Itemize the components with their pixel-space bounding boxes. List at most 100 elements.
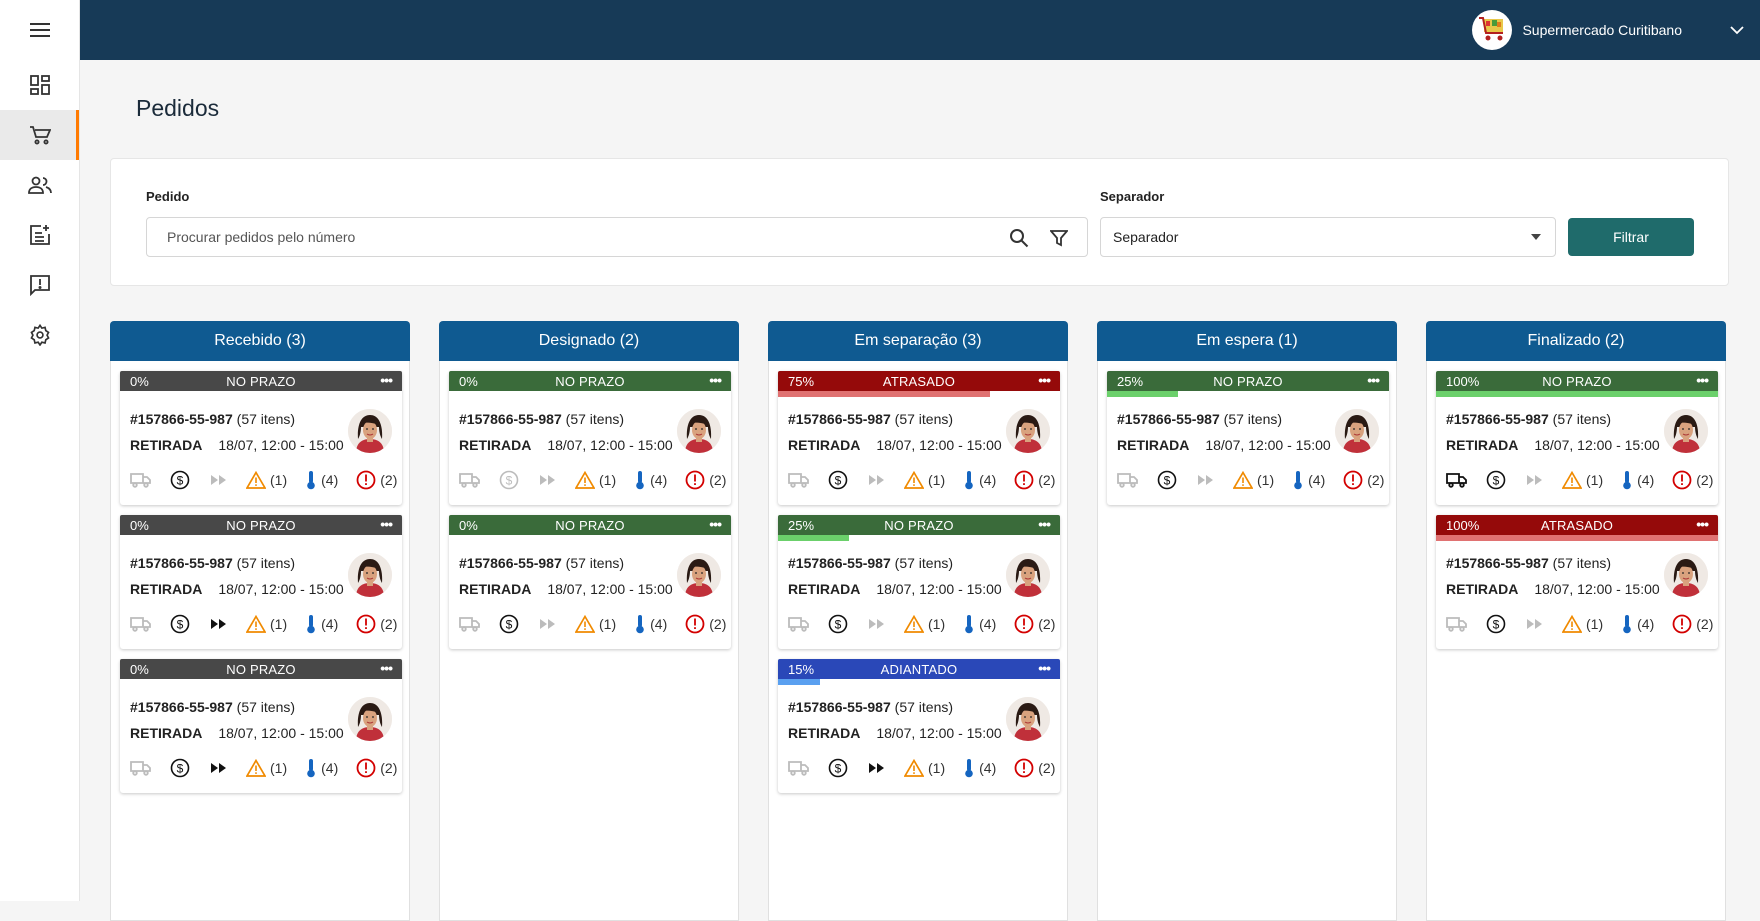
order-card[interactable]: 0% NO PRAZO ••• #157866-55-987 (57 itens) RE… bbox=[449, 371, 731, 505]
order-items-count: (57 itens) bbox=[890, 555, 954, 571]
svg-text:$: $ bbox=[506, 474, 513, 488]
store-selector[interactable]: Supermercado Curitibano bbox=[1472, 9, 1744, 51]
order-card[interactable]: 25% NO PRAZO ••• #157866-55-987 (57 itens) R… bbox=[778, 515, 1060, 649]
store-logo bbox=[1472, 10, 1513, 50]
filter-button[interactable]: Filtrar bbox=[1568, 218, 1694, 256]
avatar bbox=[1664, 553, 1708, 597]
temperature-count: (4) bbox=[979, 616, 997, 632]
temperature-count: (4) bbox=[979, 472, 997, 488]
kanban-column: Designado (2) 0% NO PRAZO ••• #157866-55-987… bbox=[439, 321, 739, 921]
progress-bar bbox=[778, 679, 1060, 685]
money-icon: $ bbox=[1486, 470, 1506, 490]
order-number: #157866-55-987 (57 itens) bbox=[788, 555, 953, 571]
more-options-icon[interactable]: ••• bbox=[709, 372, 722, 388]
delivery-info: RETIRADA 18/07, 12:00 - 15:00 bbox=[788, 437, 1002, 453]
order-id: #157866-55-987 bbox=[1446, 555, 1549, 571]
gear-icon bbox=[29, 324, 50, 346]
warning-icon bbox=[1562, 615, 1582, 633]
more-options-icon[interactable]: ••• bbox=[1696, 372, 1709, 388]
more-options-icon[interactable]: ••• bbox=[1038, 660, 1051, 676]
more-options-icon[interactable]: ••• bbox=[380, 660, 393, 676]
more-options-icon[interactable]: ••• bbox=[380, 516, 393, 532]
warning-icon bbox=[575, 471, 595, 489]
more-options-icon[interactable]: ••• bbox=[1696, 516, 1709, 532]
status-bar: 25% NO PRAZO ••• bbox=[1107, 371, 1389, 391]
delivery-type: RETIRADA bbox=[1117, 437, 1190, 453]
separator-select[interactable]: Separador bbox=[1100, 217, 1556, 257]
temperature-count: (4) bbox=[979, 760, 997, 776]
status-bar: 0% NO PRAZO ••• bbox=[120, 515, 402, 535]
progress-fill bbox=[778, 391, 990, 397]
order-items-count: (57 itens) bbox=[1548, 555, 1612, 571]
search-input[interactable] bbox=[167, 218, 967, 256]
order-card[interactable]: 100% NO PRAZO ••• #157866-55-987 (57 itens)… bbox=[1436, 371, 1718, 505]
temperature-count: (4) bbox=[1637, 616, 1655, 632]
delivery-type: RETIRADA bbox=[788, 437, 861, 453]
warning-icon bbox=[246, 759, 266, 777]
progress-percent: 100% bbox=[1446, 517, 1480, 533]
delivery-info: RETIRADA 18/07, 12:00 - 15:00 bbox=[459, 437, 673, 453]
warning-count: (1) bbox=[599, 616, 617, 632]
progress-percent: 25% bbox=[788, 517, 815, 533]
filter-panel: Pedido Separador Separador Filtrar bbox=[110, 158, 1729, 286]
menu-button[interactable] bbox=[0, 0, 79, 60]
more-options-icon[interactable]: ••• bbox=[1367, 372, 1380, 388]
order-number: #157866-55-987 (57 itens) bbox=[1446, 555, 1611, 571]
delivery-type: RETIRADA bbox=[788, 581, 861, 597]
money-icon: $ bbox=[499, 614, 519, 634]
order-card[interactable]: 0% NO PRAZO ••• #157866-55-987 (57 itens) RE… bbox=[120, 515, 402, 649]
more-options-icon[interactable]: ••• bbox=[1038, 372, 1051, 388]
order-items-count: (57 itens) bbox=[890, 411, 954, 427]
truck-icon bbox=[1446, 616, 1468, 632]
progress-percent: 25% bbox=[1117, 373, 1144, 389]
order-card[interactable]: 0% NO PRAZO ••• #157866-55-987 (57 itens) RE… bbox=[120, 659, 402, 793]
warning-icon bbox=[246, 615, 266, 633]
progress-bar bbox=[120, 391, 402, 397]
order-card[interactable]: 25% NO PRAZO ••• #157866-55-987 (57 itens) R… bbox=[1107, 371, 1389, 505]
warning-count: (1) bbox=[270, 472, 288, 488]
chevron-down-icon[interactable] bbox=[1730, 26, 1744, 35]
column-header: Designado (2) bbox=[439, 321, 739, 361]
avatar bbox=[677, 409, 721, 453]
money-icon: $ bbox=[1157, 470, 1177, 490]
money-icon: $ bbox=[1486, 614, 1506, 634]
more-options-icon[interactable]: ••• bbox=[1038, 516, 1051, 532]
avatar bbox=[348, 697, 392, 741]
truck-icon bbox=[1117, 472, 1139, 488]
warning-count: (1) bbox=[1257, 472, 1275, 488]
fast-forward-icon bbox=[868, 618, 886, 630]
progress-fill bbox=[1107, 391, 1178, 397]
more-options-icon[interactable]: ••• bbox=[380, 372, 393, 388]
sidebar-item-add-note[interactable] bbox=[0, 210, 79, 260]
alert-icon bbox=[1672, 470, 1692, 490]
order-card[interactable]: 0% NO PRAZO ••• #157866-55-987 (57 itens) RE… bbox=[120, 371, 402, 505]
svg-text:$: $ bbox=[506, 618, 513, 632]
add-note-icon bbox=[29, 225, 50, 245]
sidebar-item-feedback[interactable] bbox=[0, 260, 79, 310]
order-card[interactable]: 15% ADIANTADO ••• #157866-55-987 (57 itens)… bbox=[778, 659, 1060, 793]
warning-icon bbox=[575, 615, 595, 633]
order-card[interactable]: 100% ATRASADO ••• #157866-55-987 (57 itens)… bbox=[1436, 515, 1718, 649]
column-header: Em espera (1) bbox=[1097, 321, 1397, 361]
warning-count: (1) bbox=[1586, 472, 1604, 488]
order-number: #157866-55-987 (57 itens) bbox=[1117, 411, 1282, 427]
sidebar-item-dashboard[interactable] bbox=[0, 60, 79, 110]
filter-icon[interactable] bbox=[1050, 229, 1068, 247]
status-bar: 0% NO PRAZO ••• bbox=[120, 371, 402, 391]
order-card[interactable]: 0% NO PRAZO ••• #157866-55-987 (57 itens) RE… bbox=[449, 515, 731, 649]
alert-icon bbox=[1343, 470, 1363, 490]
money-icon: $ bbox=[170, 470, 190, 490]
dashboard-icon bbox=[29, 75, 50, 95]
search-icon[interactable] bbox=[1009, 228, 1029, 248]
more-options-icon[interactable]: ••• bbox=[709, 516, 722, 532]
card-icons: $ (1) (4) (2) bbox=[788, 758, 1055, 778]
sidebar-item-settings[interactable] bbox=[0, 310, 79, 360]
order-id: #157866-55-987 bbox=[459, 555, 562, 571]
delivery-type: RETIRADA bbox=[459, 581, 532, 597]
status-bar: 100% ATRASADO ••• bbox=[1436, 515, 1718, 535]
menu-icon bbox=[29, 23, 50, 37]
money-icon: $ bbox=[828, 470, 848, 490]
order-card[interactable]: 75% ATRASADO ••• #157866-55-987 (57 itens) R… bbox=[778, 371, 1060, 505]
sidebar-item-people[interactable] bbox=[0, 160, 79, 210]
sidebar-item-orders[interactable] bbox=[0, 110, 79, 160]
